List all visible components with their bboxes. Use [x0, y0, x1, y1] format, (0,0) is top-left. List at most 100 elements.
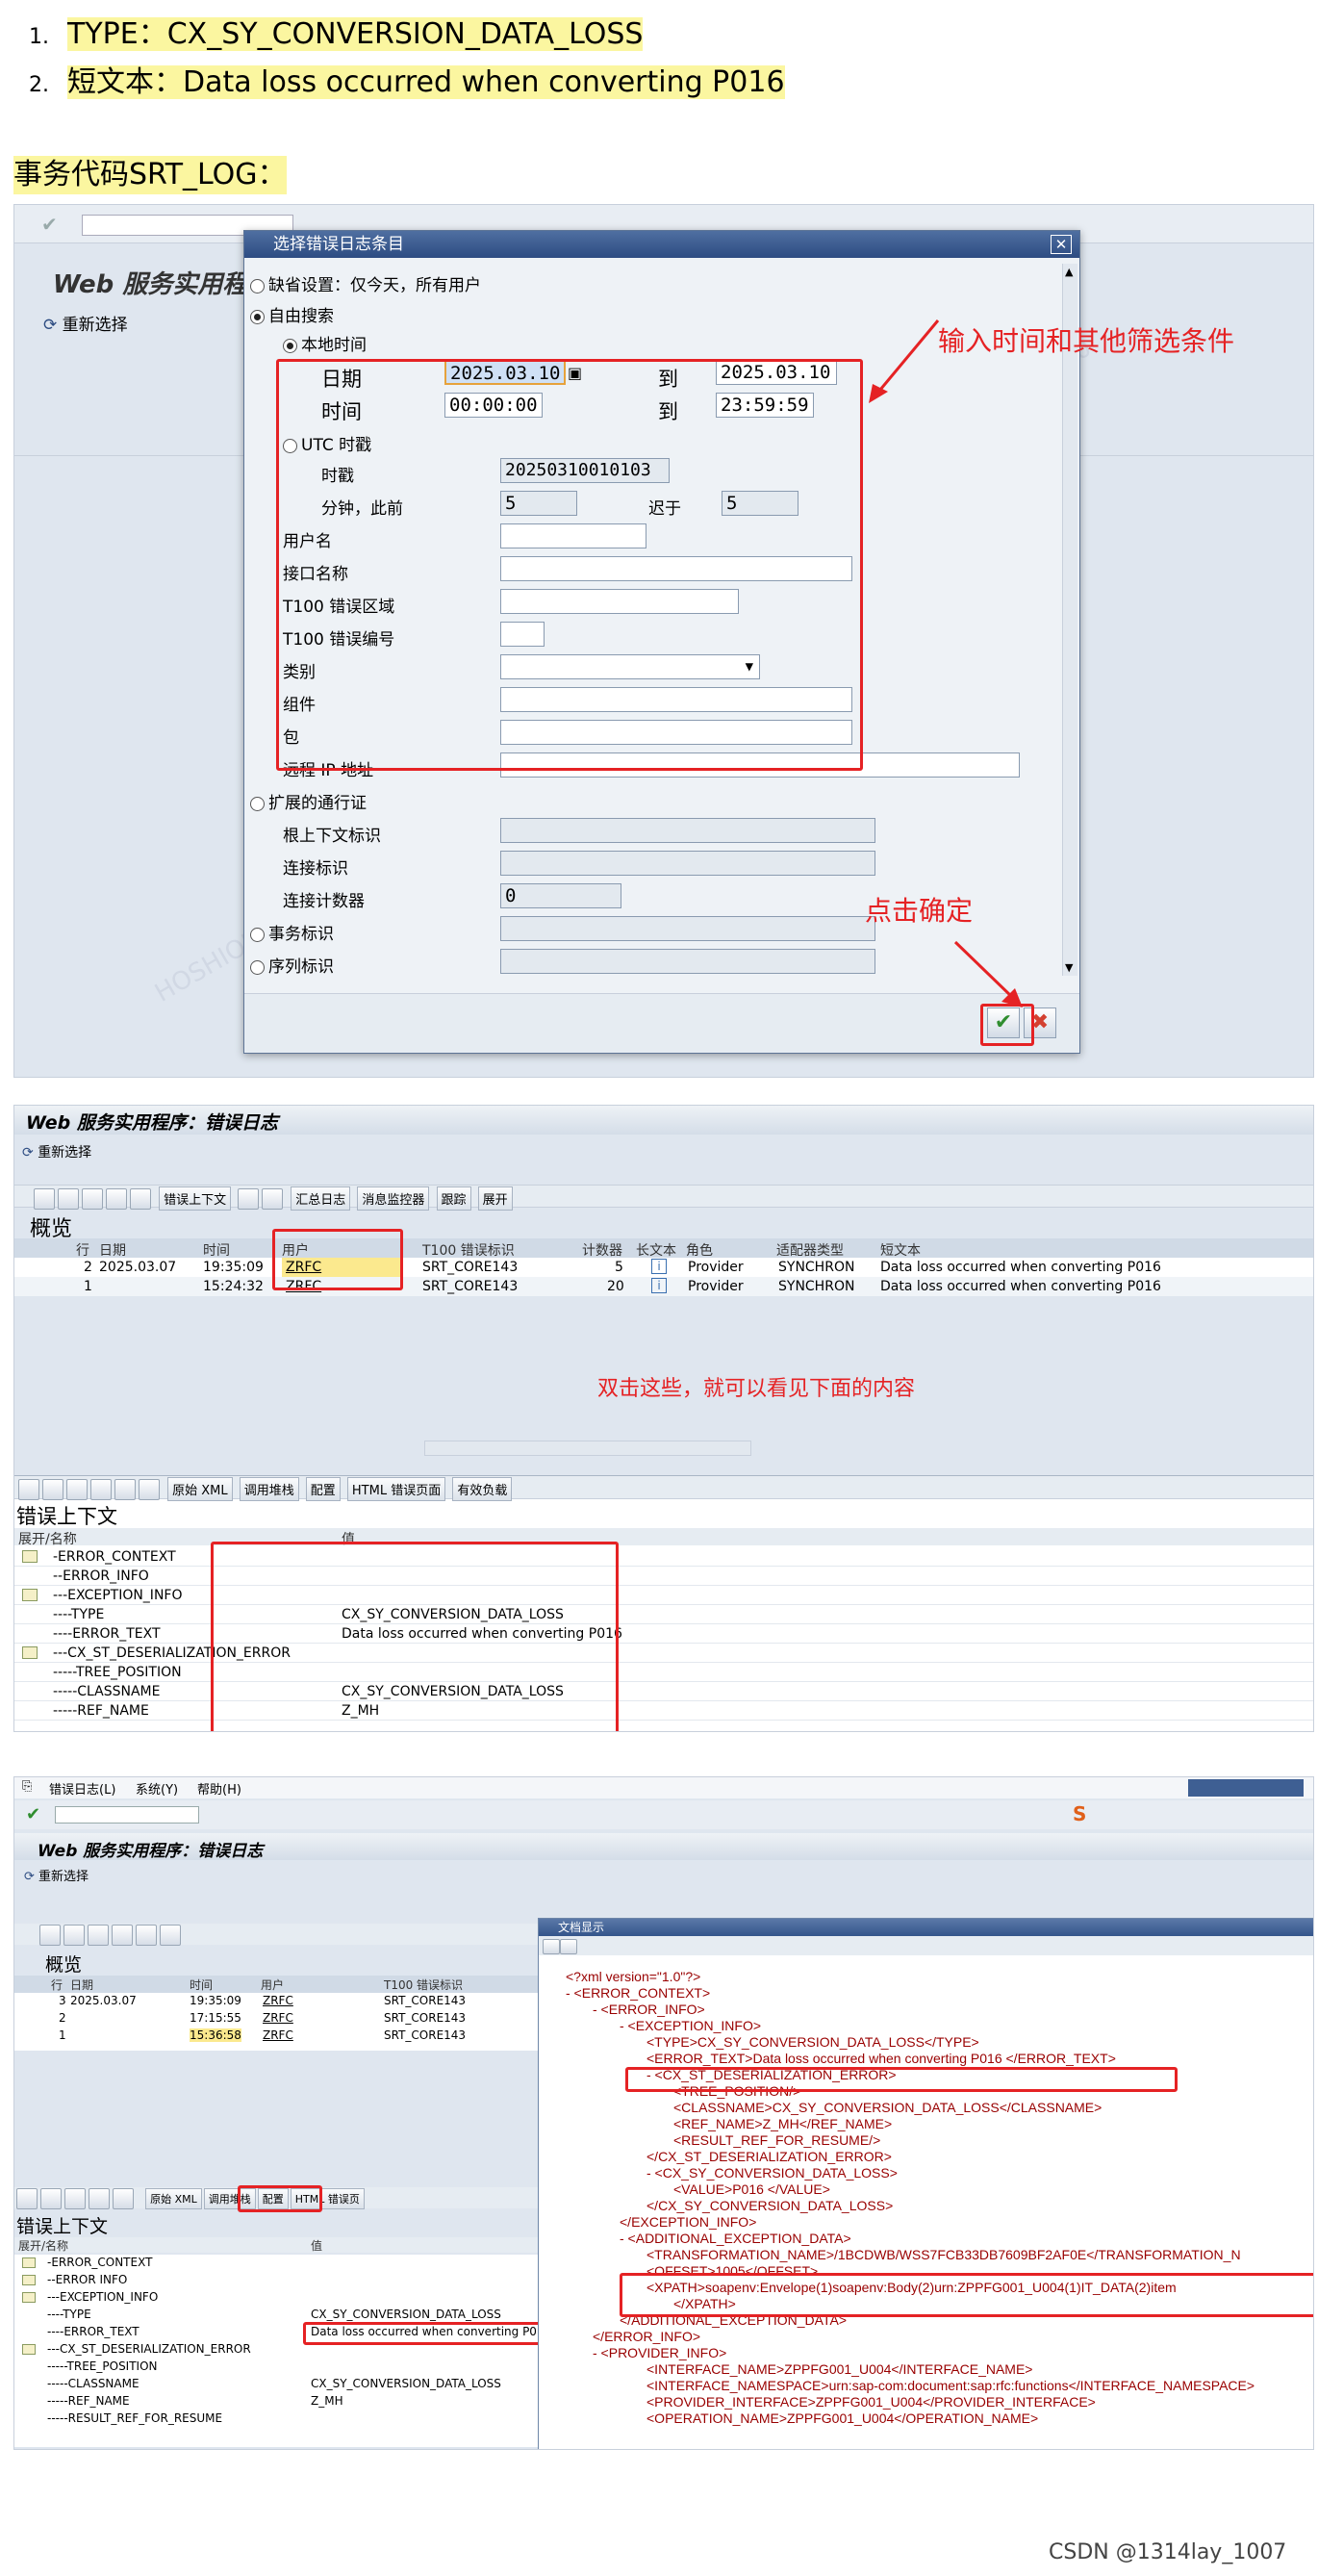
reselect-button[interactable]: ⟳ 重新选择: [43, 311, 128, 335]
radio-icon[interactable]: [250, 278, 265, 293]
folder-icon[interactable]: [22, 1550, 38, 1563]
radio-local-time[interactable]: 本地时间: [283, 331, 367, 355]
col-counter[interactable]: 计数器: [582, 1240, 622, 1260]
check-icon[interactable]: ✔: [41, 213, 58, 236]
col-role[interactable]: 角色: [686, 1240, 713, 1260]
filter-icon[interactable]: [106, 1187, 127, 1210]
tree-row[interactable]: -ERROR_CONTEXT: [14, 2255, 553, 2272]
message-monitor-button[interactable]: 消息监控器: [357, 1186, 430, 1211]
col-date[interactable]: 日期: [99, 1240, 126, 1260]
xml-line[interactable]: - <CX_SY_CONVERSION_DATA_LOSS>: [646, 2165, 898, 2181]
sort-asc-icon[interactable]: [63, 1925, 85, 1946]
tree-row[interactable]: -----REF_NAME Z_MH: [14, 1701, 1313, 1721]
scroll-down-icon[interactable]: ▼: [1065, 961, 1073, 974]
sort-desc-icon[interactable]: [82, 1187, 103, 1210]
col-t100[interactable]: T100 错误标识: [422, 1240, 515, 1260]
table-row[interactable]: 2 17:15:55 ZRFC SRT_CORE143: [14, 2010, 553, 2028]
horizontal-scrollbar[interactable]: [424, 1441, 751, 1456]
root-ctx-input[interactable]: [500, 818, 875, 843]
sequence-input[interactable]: [500, 949, 875, 974]
row-user[interactable]: ZRFC: [263, 2011, 293, 2025]
payload-button[interactable]: 有效负载: [452, 1477, 513, 1501]
conn-cnt-input[interactable]: 0: [500, 883, 621, 908]
folder-icon[interactable]: [22, 2344, 36, 2355]
sort-desc-icon[interactable]: [66, 1478, 88, 1500]
menu-error-log[interactable]: 错误日志(L): [49, 1779, 115, 1798]
col-time[interactable]: 时间: [203, 1240, 230, 1260]
close-icon[interactable]: ✕: [1051, 235, 1072, 254]
trace-button[interactable]: 跟踪: [436, 1186, 471, 1211]
export-icon[interactable]: [130, 1187, 151, 1210]
col-user[interactable]: 用户: [261, 1977, 284, 1993]
details-icon[interactable]: [18, 1478, 39, 1500]
tree-row[interactable]: -----TREE_POSITION: [14, 1663, 1313, 1682]
table-row[interactable]: 1 15:24:32 ZRFC SRT_CORE143 20 i Provide…: [14, 1277, 1313, 1296]
raw-xml-button[interactable]: 原始 XML: [145, 2188, 202, 2209]
filter-icon[interactable]: [89, 2188, 110, 2209]
xml-line[interactable]: - <ERROR_CONTEXT>: [566, 1985, 710, 2001]
sort-desc-icon[interactable]: [64, 2188, 86, 2209]
tree-row[interactable]: -----TREE_POSITION: [14, 2359, 553, 2376]
radio-default[interactable]: 缺省设置：仅今天，所有用户: [250, 271, 481, 295]
tree-row[interactable]: ---CX_ST_DESERIALIZATION_ERROR: [14, 1644, 1313, 1663]
row-user[interactable]: ZRFC: [263, 1994, 293, 2007]
sort-asc-icon[interactable]: [42, 1478, 63, 1500]
summary-log-button[interactable]: 汇总日志: [291, 1186, 351, 1211]
radio-icon[interactable]: [250, 927, 265, 942]
sort-desc-icon[interactable]: [88, 1925, 109, 1946]
export-icon[interactable]: [136, 1925, 157, 1946]
html-error-page-button[interactable]: HTML 错误页面: [346, 1477, 446, 1501]
details-icon[interactable]: [39, 1925, 61, 1946]
menu-system[interactable]: 系统(Y): [136, 1779, 178, 1798]
col-time[interactable]: 时间: [190, 1977, 213, 1993]
radio-icon[interactable]: [250, 796, 265, 811]
scrollbar[interactable]: ▲ ▼: [1062, 264, 1077, 976]
radio-icon[interactable]: [250, 959, 265, 975]
folder-icon[interactable]: [22, 2257, 36, 2268]
info-icon[interactable]: i: [651, 1278, 667, 1293]
folder-icon[interactable]: [22, 2292, 36, 2303]
table-row[interactable]: 2 2025.03.07 19:35:09 ZRFC SRT_CORE143 5…: [14, 1258, 1313, 1277]
col-t100[interactable]: T100 错误标识: [384, 1977, 463, 1993]
menu-help[interactable]: 帮助(H): [197, 1779, 241, 1798]
tree-row[interactable]: --ERROR INFO: [14, 2272, 553, 2289]
xml-line[interactable]: - <EXCEPTION_INFO>: [620, 2018, 761, 2033]
error-context-button[interactable]: 错误上下文: [159, 1186, 232, 1211]
command-field[interactable]: [55, 1806, 199, 1824]
folder-icon[interactable]: [22, 1589, 38, 1601]
tree-row[interactable]: ---EXCEPTION_INFO: [14, 2289, 553, 2307]
col-adapter[interactable]: 适配器类型: [776, 1240, 844, 1260]
sort-asc-icon[interactable]: [58, 1187, 79, 1210]
col-date[interactable]: 日期: [70, 1977, 93, 1993]
save-icon[interactable]: [543, 1938, 560, 1954]
folder-icon[interactable]: [22, 1646, 38, 1659]
config-button[interactable]: 配置: [305, 1477, 341, 1501]
tree-row[interactable]: -----CLASSNAME CX_SY_CONVERSION_DATA_LOSS: [14, 2376, 553, 2393]
expand-button[interactable]: 展开: [477, 1186, 513, 1211]
export-icon[interactable]: [114, 1478, 136, 1500]
filter-icon[interactable]: [90, 1478, 112, 1500]
reselect-button[interactable]: ⟳ 重新选择: [22, 1142, 91, 1161]
radio-free-search[interactable]: 自由搜索: [250, 302, 334, 326]
raw-xml-button[interactable]: 原始 XML: [167, 1477, 233, 1501]
details-icon[interactable]: [16, 2188, 38, 2209]
tree-row[interactable]: -ERROR_CONTEXT: [14, 1547, 1313, 1567]
tree-row[interactable]: --ERROR_INFO: [14, 1567, 1313, 1586]
radio-transaction[interactable]: 事务标识: [250, 920, 334, 944]
call-stack-button[interactable]: 调用堆栈: [239, 1477, 299, 1501]
details-icon[interactable]: [34, 1187, 55, 1210]
tree-row[interactable]: -----RESULT_REF_FOR_RESUME: [14, 2410, 553, 2428]
table-row[interactable]: 3 2025.03.07 19:35:09 ZRFC SRT_CORE143: [14, 1993, 553, 2010]
radio-sequence[interactable]: 序列标识: [250, 953, 334, 977]
tree-row[interactable]: ----ERROR_TEXT Data loss occurred when co…: [14, 1624, 1313, 1644]
window-controls[interactable]: [1188, 1779, 1304, 1797]
filter-icon[interactable]: [112, 1925, 133, 1946]
layout-icon[interactable]: [139, 1478, 160, 1500]
tree-row[interactable]: ---EXCEPTION_INFO: [14, 1586, 1313, 1605]
xml-line[interactable]: - <PROVIDER_INFO>: [593, 2345, 726, 2360]
col-shorttext[interactable]: 短文本: [880, 1240, 921, 1260]
folder-icon[interactable]: [22, 2275, 36, 2285]
reselect-button[interactable]: ⟳ 重新选择: [24, 1866, 89, 1884]
col-longtext[interactable]: 长文本: [636, 1240, 676, 1260]
sort-asc-icon[interactable]: [40, 2188, 62, 2209]
